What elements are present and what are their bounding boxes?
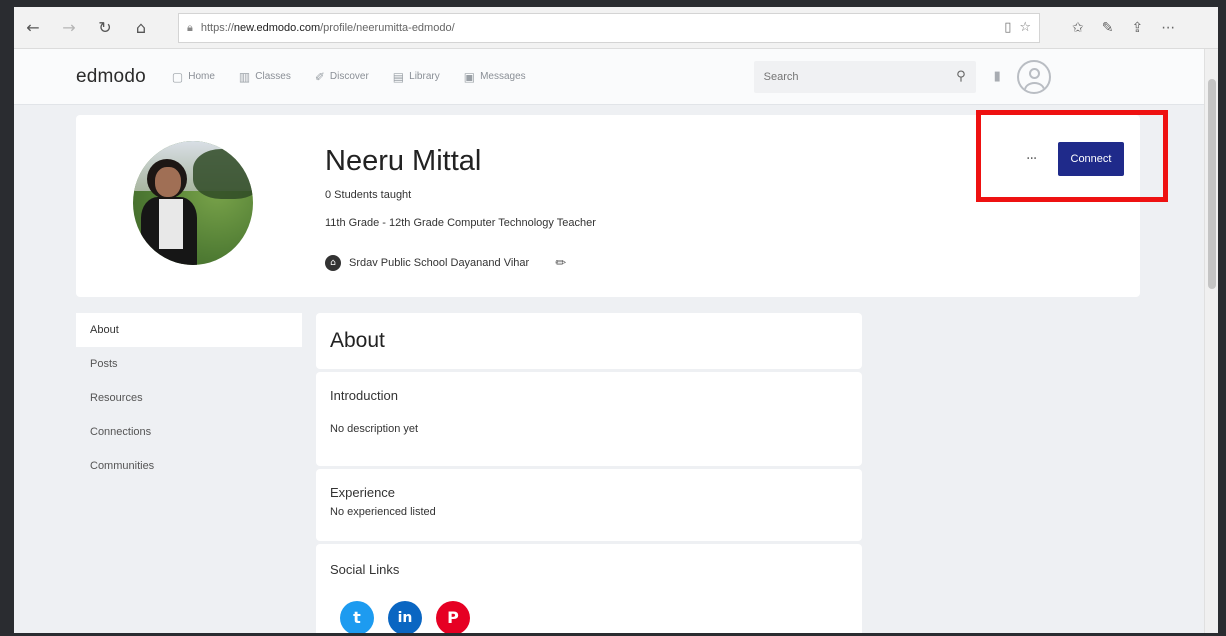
introduction-title: Introduction [330, 388, 398, 403]
scroll-thumb[interactable] [1208, 79, 1216, 289]
social-links-section: Social Links t in P [316, 544, 862, 633]
url-path: /profile/neerumitta-edmodo/ [320, 21, 455, 34]
profile-sidebar: About Posts Resources Connections Commun… [76, 313, 302, 483]
nav-messages[interactable]: ▣ Messages [464, 70, 526, 84]
app-header: edmodo ▢ Home ▥ Classes ✐ Discover ▤ Library… [14, 49, 1204, 105]
browser-toolbar: ← → ↻ ⌂ 🔒︎ https://new.edmodo.com/profil… [14, 7, 1218, 49]
about-panel: About Introduction No description yet Ex… [316, 313, 862, 633]
school-name[interactable]: Srdav Public School Dayanand Vihar [349, 257, 529, 269]
photo-person-face [155, 167, 181, 197]
lock-icon: 🔒︎ [187, 20, 193, 34]
reading-view-icon[interactable]: ▯ [1004, 20, 1011, 35]
sidebar-item-resources[interactable]: Resources [76, 381, 302, 415]
avatar-head [1028, 67, 1040, 79]
introduction-text: No description yet [330, 423, 419, 435]
sidebar-item-posts[interactable]: Posts [76, 347, 302, 381]
forward-icon[interactable]: → [60, 18, 78, 37]
back-icon[interactable]: ← [24, 18, 42, 37]
url-text[interactable]: https://new.edmodo.com/profile/neerumitt… [201, 22, 996, 34]
nav-label: Messages [480, 71, 526, 82]
school-link[interactable]: ⌂ Srdav Public School Dayanand Vihar ✏ [325, 255, 566, 271]
url-prefix: https:// [200, 21, 234, 34]
edmodo-logo[interactable]: edmodo [76, 66, 146, 88]
favorites-icon[interactable]: ✩ [1072, 20, 1084, 36]
avatar-body [1023, 81, 1045, 92]
edit-pencil-icon[interactable]: ✏ [555, 256, 566, 271]
nav-home[interactable]: ▢ Home [172, 70, 215, 84]
linkedin-icon[interactable]: in [388, 601, 422, 633]
profile-photo [133, 141, 253, 265]
more-options-button[interactable]: ··· [1026, 151, 1037, 167]
browser-actions: ✩ ✎ ⇪ ⋯ [1072, 20, 1175, 36]
notifications-icon[interactable]: ▮ [994, 69, 1001, 84]
connect-button[interactable]: Connect [1058, 142, 1124, 176]
user-avatar[interactable] [1016, 59, 1051, 94]
home-icon: ▢ [171, 69, 184, 84]
experience-text: No experienced listed [330, 506, 436, 518]
main-nav: ▢ Home ▥ Classes ✐ Discover ▤ Library ▣ Messa… [172, 70, 526, 84]
sidebar-item-about[interactable]: About [76, 313, 302, 347]
library-icon: ▤ [392, 69, 405, 84]
classes-icon: ▥ [238, 69, 251, 84]
sidebar-item-communities[interactable]: Communities [76, 449, 302, 483]
sidebar-item-connections[interactable]: Connections [76, 415, 302, 449]
profile-name: Neeru Mittal [325, 145, 482, 177]
experience-title: Experience [330, 485, 396, 500]
photo-tree [193, 149, 253, 199]
address-bar[interactable]: 🔒︎ https://new.edmodo.com/profile/neerum… [178, 12, 1040, 43]
nav-classes[interactable]: ▥ Classes [239, 70, 291, 84]
introduction-section: Introduction No description yet [316, 372, 862, 466]
photo-scarf [159, 199, 183, 249]
nav-discover[interactable]: ✐ Discover [315, 70, 369, 84]
star-icon[interactable]: ☆ [1019, 20, 1031, 35]
more-icon[interactable]: ⋯ [1161, 20, 1175, 36]
url-domain: new.edmodo.com [233, 21, 321, 34]
profile-role: 11th Grade - 12th Grade Computer Technol… [325, 217, 596, 229]
social-links-title: Social Links [330, 562, 400, 577]
search-input[interactable] [763, 70, 934, 83]
discover-icon: ✐ [314, 69, 325, 84]
messages-icon: ▣ [463, 69, 476, 84]
search-box: ⚲ [753, 60, 976, 93]
search-icon[interactable]: ⚲ [956, 69, 966, 84]
profile-card: Neeru Mittal 0 Students taught 11th Grad… [76, 115, 1140, 297]
twitter-icon[interactable]: t [340, 601, 374, 633]
page-scrollbar[interactable] [1204, 49, 1218, 633]
refresh-icon[interactable]: ↻ [96, 18, 114, 37]
pinterest-icon[interactable]: P [436, 601, 470, 633]
students-taught: 0 Students taught [325, 189, 412, 201]
nav-label: Library [409, 71, 440, 82]
home-icon[interactable]: ⌂ [132, 18, 150, 37]
nav-library[interactable]: ▤ Library [393, 70, 440, 84]
nav-label: Home [188, 71, 215, 82]
school-icon: ⌂ [325, 255, 341, 271]
about-title: About [316, 313, 862, 369]
nav-label: Classes [255, 71, 291, 82]
browser-window: ← → ↻ ⌂ 🔒︎ https://new.edmodo.com/profil… [14, 7, 1218, 633]
share-icon[interactable]: ⇪ [1131, 20, 1143, 36]
pen-icon[interactable]: ✎ [1102, 20, 1114, 36]
nav-label: Discover [329, 71, 369, 82]
experience-section: Experience No experienced listed [316, 469, 862, 541]
social-icons: t in P [340, 601, 862, 633]
